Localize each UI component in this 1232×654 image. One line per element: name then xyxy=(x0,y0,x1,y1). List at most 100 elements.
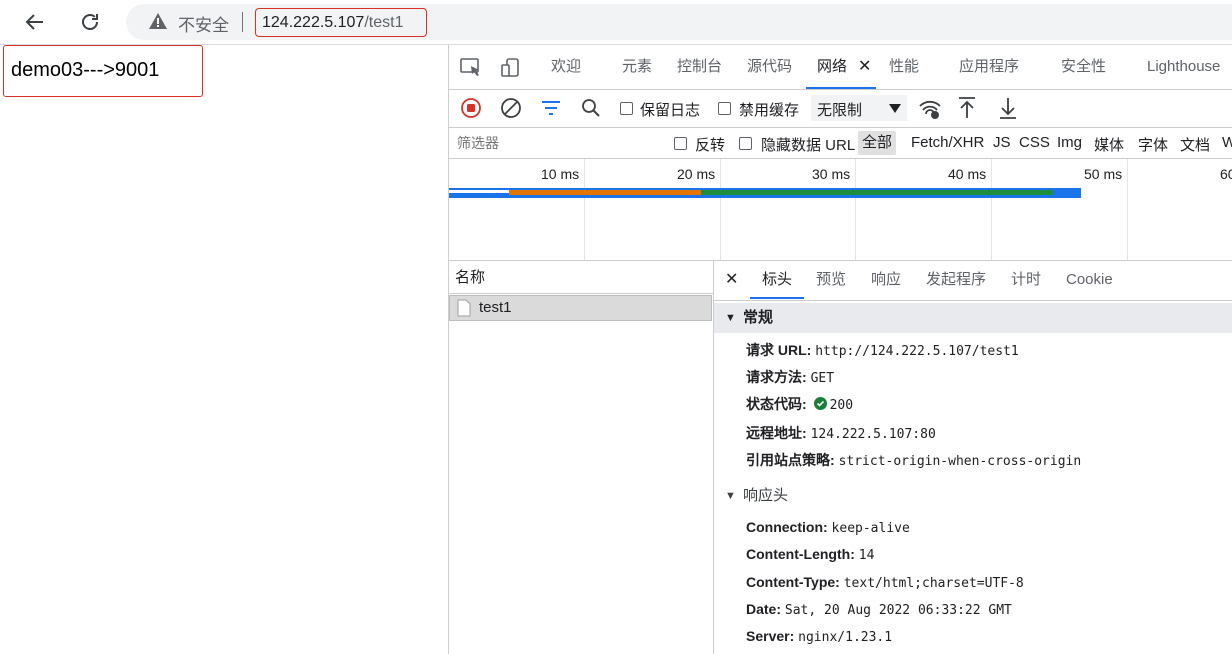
filter-input[interactable] xyxy=(449,129,657,157)
preserve-log-checkbox[interactable] xyxy=(620,102,633,115)
status-ok-icon xyxy=(813,397,827,410)
header-row: 引用站点策略: strict-origin-when-cross-origin xyxy=(746,450,1081,472)
header-value: 200 xyxy=(829,398,854,413)
tab-console[interactable]: 控制台 xyxy=(677,45,722,89)
tab-application[interactable]: 应用程序 xyxy=(959,45,1019,89)
header-key: 请求方法: xyxy=(746,369,807,385)
url-text[interactable]: 124.222.5.107/test1 xyxy=(255,8,427,37)
network-conditions-icon[interactable] xyxy=(918,98,942,120)
filter-type-js[interactable]: JS xyxy=(993,134,1011,151)
header-key: Server: xyxy=(746,628,795,644)
section-response-headers-title: 响应头 xyxy=(743,487,789,504)
column-header-name[interactable]: 名称 xyxy=(449,261,713,294)
collapse-arrow-icon: ▼ xyxy=(725,490,736,502)
header-value: http://124.222.5.107/test1 xyxy=(815,344,1019,359)
header-value: nginx/1.23.1 xyxy=(798,630,893,645)
inspect-element-icon[interactable] xyxy=(460,58,482,78)
header-row: Content-Length: 14 xyxy=(746,544,874,566)
device-toolbar-icon[interactable] xyxy=(500,58,522,78)
request-list: 名称 test1 xyxy=(449,261,714,654)
tick-line xyxy=(991,159,992,260)
filter-type-img[interactable]: Img xyxy=(1057,134,1082,151)
export-har-icon[interactable] xyxy=(998,96,1018,120)
detail-tab-preview[interactable]: 预览 xyxy=(816,261,846,299)
detail-tab-initiator[interactable]: 发起程序 xyxy=(926,261,986,299)
devtools-tab-bar: 欢迎 元素 控制台 源代码 网络 ✕ 性能 应用程序 安全性 Lighthous… xyxy=(449,45,1232,90)
invert-checkbox[interactable] xyxy=(674,137,687,150)
detail-tab-timing[interactable]: 计时 xyxy=(1011,261,1041,299)
request-name: test1 xyxy=(479,299,512,316)
detail-tab-response[interactable]: 响应 xyxy=(871,261,901,299)
disable-cache-label: 禁用缓存 xyxy=(739,102,800,119)
filter-type-media[interactable]: 媒体 xyxy=(1094,134,1124,155)
request-row[interactable]: test1 xyxy=(449,295,712,321)
browser-toolbar: 不安全 124.222.5.107/test1 xyxy=(0,0,1232,45)
tab-welcome[interactable]: 欢迎 xyxy=(551,45,581,89)
close-tab-icon[interactable]: ✕ xyxy=(858,45,871,89)
security-label[interactable]: 不安全 xyxy=(178,11,229,36)
header-row: Connection: keep-alive xyxy=(746,517,910,539)
clear-icon[interactable] xyxy=(500,97,522,119)
filter-type-fetch-xhr[interactable]: Fetch/XHR xyxy=(911,134,984,151)
preserve-log-label: 保留日志 xyxy=(640,102,701,119)
filter-bar: 反转 隐藏数据 URL 全部 Fetch/XHR JS CSS Img 媒体 字… xyxy=(449,128,1232,159)
section-response-headers[interactable]: ▼ 响应头 xyxy=(714,481,1232,511)
import-har-icon[interactable] xyxy=(957,96,977,120)
filter-type-ws[interactable]: W xyxy=(1222,134,1232,151)
tick-label: 10 ms xyxy=(541,166,580,182)
detail-tab-cookie[interactable]: Cookie xyxy=(1066,261,1113,299)
header-key: 状态代码: xyxy=(746,396,807,412)
tick-line xyxy=(584,159,585,260)
header-row: 请求方法: GET xyxy=(746,367,834,389)
document-icon xyxy=(457,299,471,317)
header-value: 14 xyxy=(858,548,875,563)
throttle-select[interactable]: 无限制 xyxy=(811,95,907,121)
close-details-icon[interactable]: ✕ xyxy=(725,261,738,299)
header-key: 请求 URL: xyxy=(746,342,812,358)
tick-label: 50 ms xyxy=(1084,166,1123,182)
record-icon[interactable] xyxy=(460,97,482,119)
network-timeline[interactable]: 10 ms 20 ms 30 ms 40 ms 50 ms 60 xyxy=(449,159,1232,261)
header-row: Server: nginx/1.23.1 xyxy=(746,626,892,648)
header-key: Content-Length: xyxy=(746,546,855,562)
tick-line xyxy=(1127,159,1128,260)
disable-cache-checkbox[interactable] xyxy=(718,102,731,115)
tab-network[interactable]: 网络 xyxy=(817,45,847,89)
throttle-value: 无限制 xyxy=(817,102,863,119)
section-general[interactable]: ▼ 常规 xyxy=(714,303,1232,333)
tick-line xyxy=(720,159,721,260)
header-row: 状态代码: 200 xyxy=(746,394,853,416)
url-host: 124.222.5.107 xyxy=(262,14,365,31)
search-icon[interactable] xyxy=(580,97,602,119)
tab-elements[interactable]: 元素 xyxy=(622,45,652,89)
tab-security[interactable]: 安全性 xyxy=(1061,45,1106,89)
network-toolbar: 保留日志 禁用缓存 无限制 xyxy=(449,90,1232,128)
detail-tab-headers[interactable]: 标头 xyxy=(750,261,805,299)
header-row: 远程地址: 124.222.5.107:80 xyxy=(746,423,936,445)
devtools-panel: 欢迎 元素 控制台 源代码 网络 ✕ 性能 应用程序 安全性 Lighthous… xyxy=(448,45,1232,654)
tab-lighthouse[interactable]: Lighthouse xyxy=(1147,45,1220,89)
tab-sources[interactable]: 源代码 xyxy=(747,45,792,89)
detail-tab-bar: ✕ 标头 预览 响应 发起程序 计时 Cookie xyxy=(714,261,1232,301)
filter-type-all[interactable]: 全部 xyxy=(858,131,897,155)
header-key: 引用站点策略: xyxy=(746,452,835,468)
header-key: Connection: xyxy=(746,519,828,535)
tab-performance[interactable]: 性能 xyxy=(889,45,919,89)
hide-data-url-checkbox[interactable] xyxy=(739,137,752,150)
reload-icon xyxy=(82,14,98,30)
back-button[interactable] xyxy=(21,8,49,36)
header-row: 请求 URL: http://124.222.5.107/test1 xyxy=(746,340,1019,362)
filter-type-doc[interactable]: 文档 xyxy=(1180,134,1210,155)
warning-icon[interactable] xyxy=(148,12,168,30)
filter-icon[interactable] xyxy=(541,99,561,117)
collapse-arrow-icon: ▼ xyxy=(725,312,736,324)
tick-label: 60 xyxy=(1220,166,1232,182)
filter-type-css[interactable]: CSS xyxy=(1019,134,1050,151)
header-value: text/html;charset=UTF-8 xyxy=(843,576,1024,591)
request-details: ✕ 标头 预览 响应 发起程序 计时 Cookie ▼ 常规 请求 URL: h… xyxy=(714,261,1232,654)
filter-type-font[interactable]: 字体 xyxy=(1138,134,1168,155)
reload-button[interactable] xyxy=(76,8,104,36)
request-bar-orange-segment xyxy=(509,190,701,195)
page-content-text: demo03--->9001 xyxy=(3,45,203,97)
header-key: 远程地址: xyxy=(746,425,807,441)
